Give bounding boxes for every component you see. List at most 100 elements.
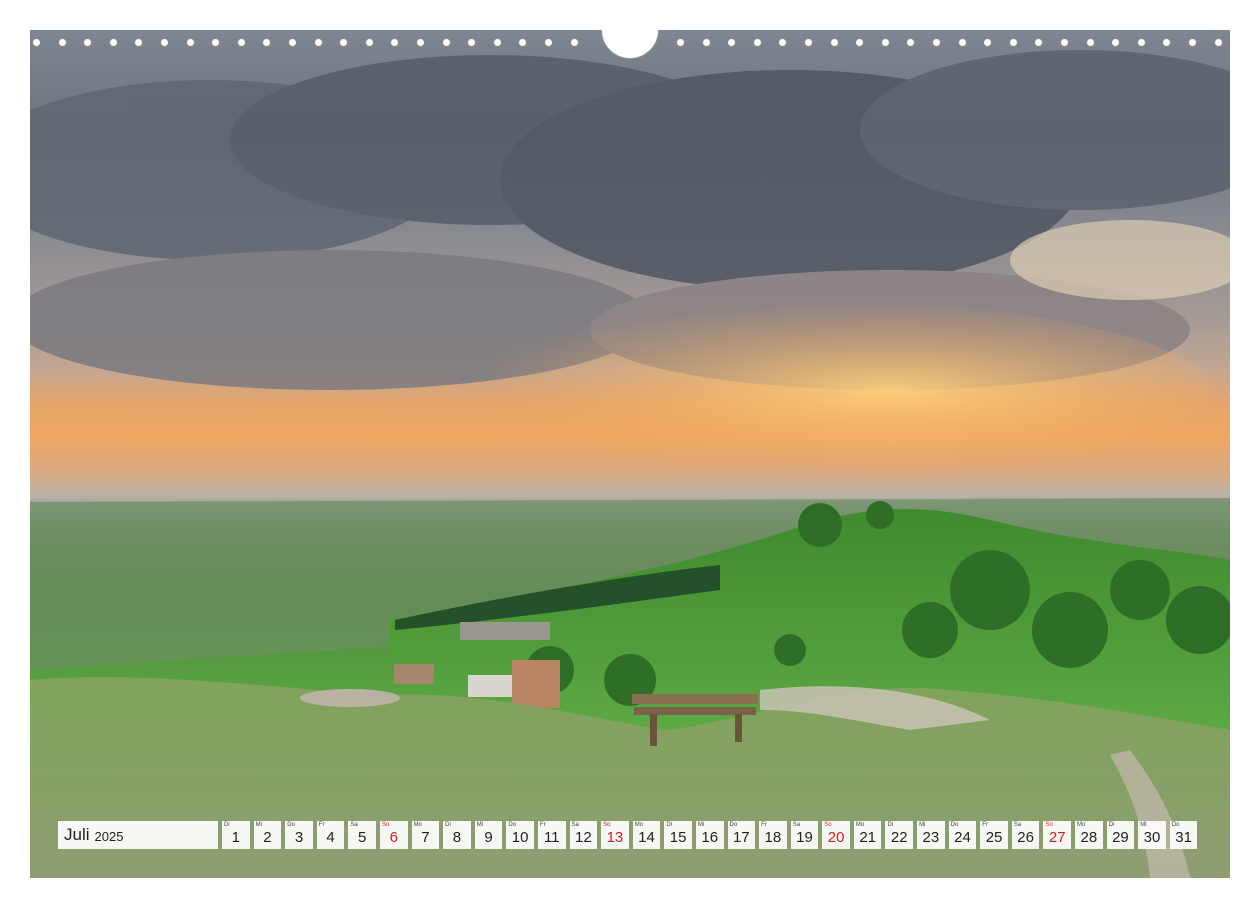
binding-ring — [467, 38, 477, 47]
binding-ring — [313, 38, 323, 47]
day-cell: Fr 11 — [537, 821, 566, 849]
day-cell: Fr 18 — [759, 821, 787, 849]
day-cell: Di 15 — [664, 821, 692, 849]
landscape-illustration — [30, 50, 1230, 878]
binding-ring — [32, 38, 41, 47]
binding-ring — [134, 38, 144, 47]
binding-ring — [957, 38, 967, 47]
day-number: 15 — [669, 829, 687, 846]
day-cell: Di 8 — [443, 821, 471, 849]
weekday-label: Do — [508, 822, 517, 828]
day-number: 28 — [1080, 829, 1098, 846]
weekday-label: Do — [287, 822, 295, 828]
day-number: 31 — [1175, 829, 1192, 846]
day-cell: So 27 — [1043, 821, 1072, 849]
day-cell: Di 1 — [222, 821, 250, 849]
weekday-label: Do — [950, 822, 959, 828]
day-cell: Mi 16 — [695, 821, 724, 849]
day-number: 23 — [922, 829, 940, 846]
binding-ring — [701, 38, 711, 47]
binding-ring — [262, 38, 272, 47]
binding-ring — [778, 38, 788, 47]
weekday-label: Mo — [634, 822, 644, 828]
binding-ring — [492, 38, 502, 47]
day-cell: Mi 9 — [474, 821, 503, 849]
weekday-label: Di — [1108, 822, 1115, 828]
day-cell: Di 29 — [1106, 821, 1135, 849]
day-cell: Sa 5 — [348, 821, 376, 849]
day-number: 29 — [1112, 829, 1129, 846]
day-number: 21 — [859, 829, 877, 846]
binding-ring — [160, 38, 169, 47]
day-number: 8 — [452, 829, 462, 846]
day-number: 16 — [701, 829, 719, 846]
day-number: 12 — [574, 829, 592, 846]
binding-ring — [185, 38, 195, 47]
binding-ring — [518, 38, 528, 47]
day-number: 4 — [326, 829, 335, 846]
day-cell: Mi 23 — [917, 821, 945, 849]
weekday-label: So — [603, 822, 611, 828]
weekday-label: Mi — [697, 822, 705, 828]
binding-ring — [829, 38, 839, 47]
day-number: 27 — [1048, 829, 1066, 846]
day-cell: Di 22 — [885, 821, 914, 849]
binding-ring — [569, 38, 579, 47]
day-number: 26 — [1017, 829, 1034, 846]
day-number: 20 — [827, 829, 845, 846]
binding-ring — [906, 38, 916, 47]
day-cell: Do 3 — [285, 821, 313, 849]
day-cell: Do 24 — [948, 821, 977, 849]
weekday-label: Do — [729, 822, 738, 828]
binding-ring — [1008, 38, 1018, 47]
day-number: 10 — [511, 829, 529, 846]
day-cell: Mo 7 — [411, 821, 440, 849]
binding-ring — [1188, 38, 1197, 47]
binding-ring — [416, 38, 425, 47]
weekday-label: So — [824, 822, 832, 828]
weekday-label: Mo — [413, 822, 422, 828]
stone-slab — [300, 689, 400, 707]
weekday-label: Sa — [792, 822, 801, 828]
day-cell: Do 17 — [727, 821, 756, 849]
day-cell: Do 31 — [1169, 821, 1198, 849]
day-number: 30 — [1143, 829, 1161, 846]
weekday-label: Mi — [476, 822, 484, 828]
weekday-label: Fr — [539, 822, 546, 828]
day-cell: Sa 12 — [569, 821, 598, 849]
day-cell: Do 10 — [506, 821, 534, 849]
binding-ring — [804, 38, 813, 47]
weekday-label: Sa — [1013, 822, 1022, 828]
binding-ring — [1034, 38, 1044, 47]
binding-ring — [932, 38, 941, 47]
weekday-label: Fr — [761, 822, 767, 828]
weekday-label: Sa — [350, 822, 358, 828]
sun-glow — [370, 300, 1210, 480]
binding-ring — [57, 38, 67, 47]
binding-ring — [390, 38, 400, 47]
day-number: 9 — [484, 829, 493, 846]
weekday-label: Mi — [1140, 822, 1147, 828]
weekday-label: Mo — [855, 822, 865, 828]
landscape-photo — [30, 30, 1230, 878]
day-number: 1 — [231, 829, 240, 846]
binding-ring — [211, 38, 221, 47]
binding-ring — [544, 38, 553, 47]
weekday-label: Fr — [318, 822, 325, 828]
day-cell: Mi 30 — [1138, 821, 1166, 849]
binding-ring — [880, 38, 890, 47]
day-cell: Mo 28 — [1075, 821, 1103, 849]
binding-ring — [1111, 38, 1121, 47]
binding-ring — [108, 38, 118, 47]
day-cells: Di 1 Mi 2 Do 3 Fr 4 Sa 5 So 6 Mo 7 Di 8 Mi 9 Do 10 Fr 11 Sa 12 S… — [222, 821, 1198, 849]
day-number: 22 — [890, 829, 908, 846]
binding-ring — [1136, 38, 1146, 47]
binding-ring — [855, 38, 865, 47]
weekday-label: Sa — [571, 822, 579, 828]
binding-ring — [339, 38, 349, 47]
weekday-label: Di — [666, 822, 672, 828]
year: 2025 — [94, 829, 124, 844]
day-number: 11 — [543, 829, 560, 846]
day-number: 19 — [796, 829, 813, 846]
day-number: 13 — [606, 829, 624, 846]
